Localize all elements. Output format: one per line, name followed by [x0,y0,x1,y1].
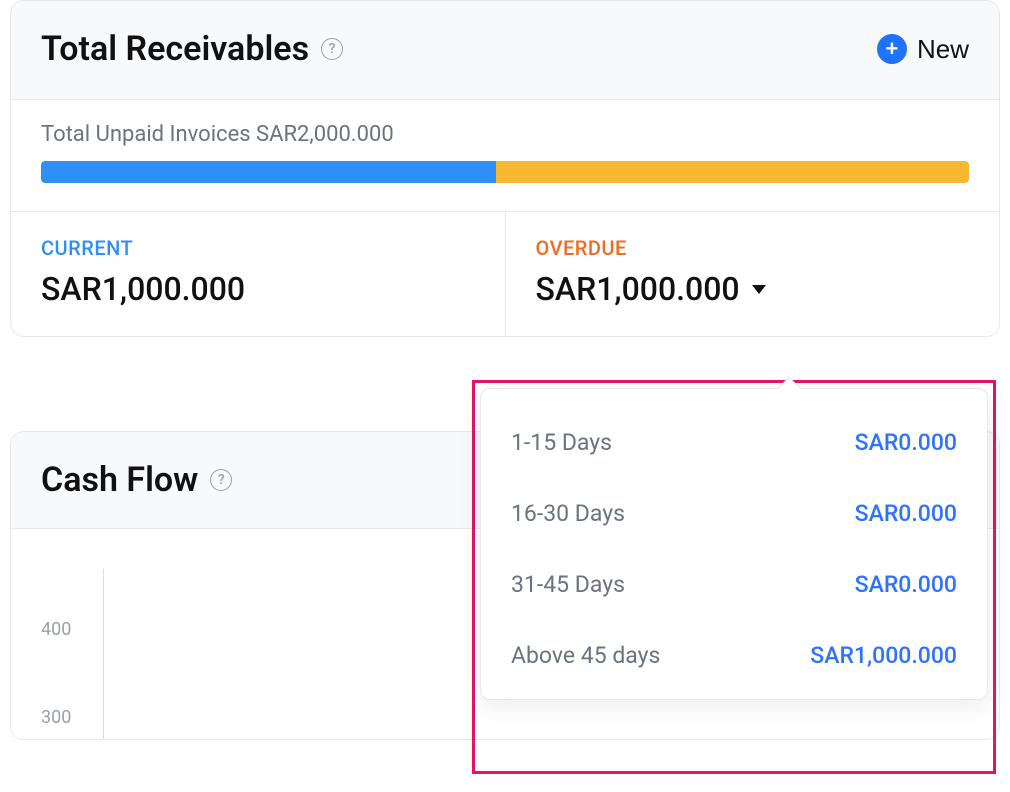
breakdown-label: 31-45 Days [511,571,625,598]
breakdown-value: SAR0.000 [855,571,957,598]
y-axis-line [103,569,104,739]
unpaid-invoices-text: Total Unpaid Invoices SAR2,000.000 [41,122,969,147]
help-icon[interactable]: ? [321,38,343,60]
breakdown-row-3[interactable]: Above 45 days SAR1,000.000 [481,620,987,691]
overdue-cell[interactable]: OVERDUE SAR1,000.000 [506,212,1000,336]
breakdown-label: Above 45 days [511,642,660,669]
receivables-header: Total Receivables ? + New [11,1,999,100]
current-cell[interactable]: CURRENT SAR1,000.000 [11,212,506,336]
breakdown-label: 16-30 Days [511,500,625,527]
breakdown-value: SAR0.000 [855,429,957,456]
total-receivables-card: Total Receivables ? + New Total Unpaid I… [10,0,1000,337]
overdue-value: SAR1,000.000 [536,270,740,308]
cashflow-title-wrap: Cash Flow ? [41,460,232,500]
cashflow-title: Cash Flow [41,460,198,500]
receivables-title-wrap: Total Receivables ? [41,29,343,69]
unpaid-invoices-section: Total Unpaid Invoices SAR2,000.000 [11,100,999,212]
current-label: CURRENT [41,236,475,260]
breakdown-value: SAR0.000 [855,500,957,527]
receivables-summary-row: CURRENT SAR1,000.000 OVERDUE SAR1,000.00… [11,212,999,336]
progress-overdue-segment [496,161,969,183]
breakdown-row-2[interactable]: 31-45 Days SAR0.000 [481,549,987,620]
receivables-title: Total Receivables [41,29,309,69]
progress-current-segment [41,161,496,183]
y-tick-300: 300 [41,707,71,728]
new-button-label: New [917,34,969,65]
y-tick-400: 400 [41,619,71,640]
current-value: SAR1,000.000 [41,270,475,308]
overdue-value-wrap[interactable]: SAR1,000.000 [536,270,970,308]
overdue-label: OVERDUE [536,236,970,260]
new-button[interactable]: + New [877,34,969,65]
breakdown-row-0[interactable]: 1-15 Days SAR0.000 [481,407,987,478]
breakdown-value: SAR1,000.000 [810,642,957,669]
breakdown-row-1[interactable]: 16-30 Days SAR0.000 [481,478,987,549]
help-icon[interactable]: ? [210,469,232,491]
popover-arrow-icon [778,377,801,400]
overdue-breakdown-popover: 1-15 Days SAR0.000 16-30 Days SAR0.000 3… [480,388,988,700]
receivables-progress-bar [41,161,969,183]
plus-circle-icon: + [877,34,907,64]
breakdown-label: 1-15 Days [511,429,612,456]
caret-down-icon [752,285,766,294]
